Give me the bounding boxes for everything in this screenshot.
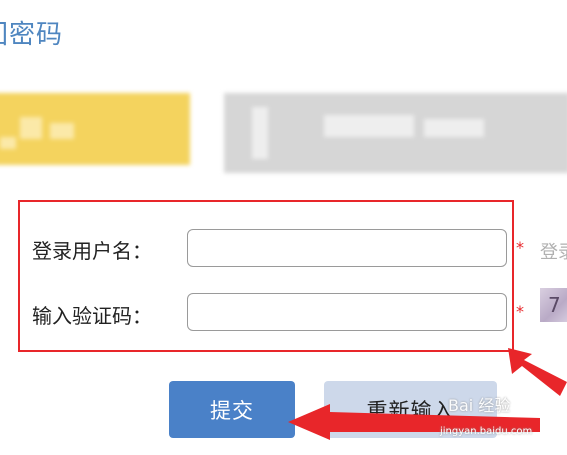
annotation-arrows [288, 348, 567, 440]
watermark-logo: Bai 经验 [448, 396, 511, 415]
arrow-to-box [508, 348, 567, 396]
watermark-url: jingyan.baidu.com [440, 426, 533, 437]
